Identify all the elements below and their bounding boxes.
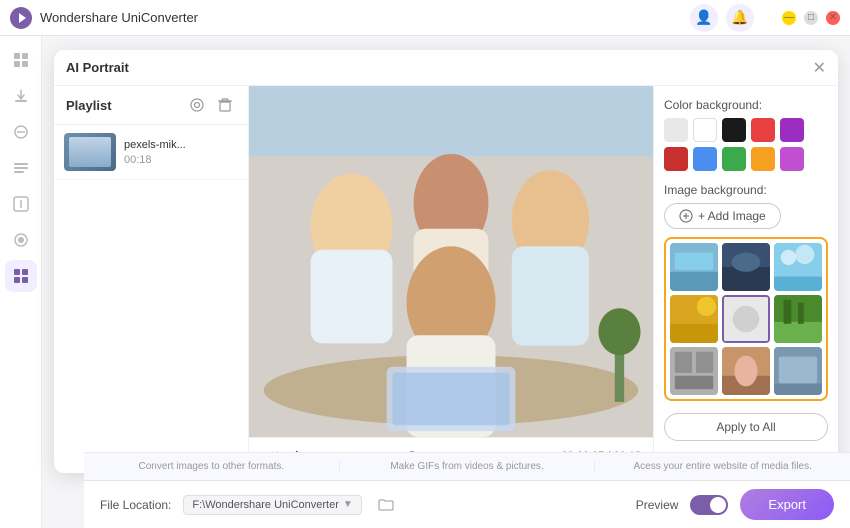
- sidebar-item-tools[interactable]: [5, 224, 37, 256]
- export-btn[interactable]: Export: [740, 489, 834, 520]
- sidebar-item-edit[interactable]: [5, 152, 37, 184]
- promo-item-3: Acess your entire website of media files…: [595, 461, 850, 472]
- file-location-label: File Location:: [100, 498, 171, 512]
- playlist-settings-icon[interactable]: [186, 94, 208, 116]
- color-swatch-green[interactable]: [722, 147, 746, 171]
- sidebar-item-grid[interactable]: [5, 260, 37, 292]
- image-thumb-4[interactable]: [670, 295, 718, 343]
- image-thumb-8[interactable]: [722, 347, 770, 395]
- color-background-label: Color background:: [664, 98, 828, 112]
- video-section: ⏮ ▶ ⏭ 00:00:05 / 00:18: [249, 86, 653, 473]
- add-image-btn[interactable]: + Add Image: [664, 203, 781, 229]
- color-swatch-blue[interactable]: [693, 147, 717, 171]
- main-layout: AI Portrait ✕ Playlist: [0, 36, 850, 528]
- sidebar-item-compress[interactable]: [5, 188, 37, 220]
- color-swatch-black[interactable]: [722, 118, 746, 142]
- playlist-item-info: pexels-mik... 00:18: [124, 139, 238, 166]
- toggle-dot: [710, 497, 726, 513]
- color-swatch-light-gray[interactable]: [664, 118, 688, 142]
- playlist-item-duration: 00:18: [124, 154, 238, 166]
- image-background-section: Image background: + Add Image: [664, 183, 828, 401]
- maximize-btn[interactable]: □: [804, 11, 818, 25]
- title-bar-controls: 👤 🔔 — □ ✕: [690, 4, 840, 32]
- playlist-section: Playlist: [54, 86, 249, 473]
- apply-to-all-label: Apply to All: [716, 420, 775, 434]
- color-swatch-white[interactable]: [693, 118, 717, 142]
- image-thumb-2[interactable]: [722, 243, 770, 291]
- content-area: AI Portrait ✕ Playlist: [42, 36, 850, 528]
- promo-item-1: Convert images to other formats.: [84, 461, 340, 472]
- file-location-value: F:\Wondershare UniConverter: [192, 499, 339, 511]
- playlist-thumbnail: [64, 133, 116, 171]
- color-swatch-dark-red[interactable]: [664, 147, 688, 171]
- panel-header: AI Portrait ✕: [54, 50, 838, 86]
- minimize-btn[interactable]: —: [782, 11, 796, 25]
- user-icon-btn[interactable]: 👤: [690, 4, 718, 32]
- notification-icon-btn[interactable]: 🔔: [726, 4, 754, 32]
- title-bar: Wondershare UniConverter 👤 🔔 — □ ✕: [0, 0, 850, 36]
- preview-toggle[interactable]: [690, 495, 728, 515]
- sidebar-item-convert[interactable]: [5, 116, 37, 148]
- add-image-label: + Add Image: [698, 209, 766, 223]
- playlist-icons: [186, 94, 236, 116]
- promo-item-2: Make GIFs from videos & pictures.: [340, 461, 596, 472]
- video-preview: [249, 86, 653, 437]
- app-name: Wondershare UniConverter: [40, 10, 690, 25]
- promo-bar: Convert images to other formats. Make GI…: [84, 452, 850, 480]
- color-background-section: Color background:: [664, 98, 828, 171]
- ai-portrait-panel: AI Portrait ✕ Playlist: [54, 50, 838, 473]
- folder-btn[interactable]: [374, 493, 398, 517]
- panel-body: Playlist: [54, 86, 838, 473]
- bottom-bar: File Location: F:\Wondershare UniConvert…: [84, 480, 850, 528]
- app-logo: [10, 7, 32, 29]
- color-swatch-orange[interactable]: [751, 147, 775, 171]
- apply-to-all-btn[interactable]: Apply to All: [664, 413, 828, 441]
- image-thumb-9[interactable]: [774, 347, 822, 395]
- playlist-item[interactable]: pexels-mik... 00:18: [54, 125, 248, 180]
- panel-close-btn[interactable]: ✕: [813, 58, 826, 78]
- color-swatch-red[interactable]: [751, 118, 775, 142]
- panel-title: AI Portrait: [66, 60, 129, 75]
- image-thumb-1[interactable]: [670, 243, 718, 291]
- image-grid: [664, 237, 828, 401]
- color-swatch-purple[interactable]: [780, 118, 804, 142]
- sidebar-item-home[interactable]: [5, 44, 37, 76]
- window-close-btn[interactable]: ✕: [826, 11, 840, 25]
- playlist-delete-icon[interactable]: [214, 94, 236, 116]
- sidebar-item-download[interactable]: [5, 80, 37, 112]
- chevron-down-icon: ▼: [343, 499, 353, 510]
- image-background-label: Image background:: [664, 183, 828, 197]
- playlist-title: Playlist: [66, 98, 186, 113]
- color-swatches: [664, 118, 828, 171]
- playlist-item-name: pexels-mik...: [124, 139, 238, 151]
- preview-label: Preview: [636, 498, 679, 512]
- image-thumb-7[interactable]: [670, 347, 718, 395]
- sidebar: [0, 36, 42, 528]
- image-thumb-3[interactable]: [774, 243, 822, 291]
- video-content: [249, 86, 653, 437]
- right-panel: Color background:: [653, 86, 838, 473]
- image-thumb-6[interactable]: [774, 295, 822, 343]
- color-swatch-pink-purple[interactable]: [780, 147, 804, 171]
- image-thumb-5-selected[interactable]: [722, 295, 770, 343]
- playlist-header: Playlist: [54, 86, 248, 125]
- file-location-input[interactable]: F:\Wondershare UniConverter ▼: [183, 495, 361, 515]
